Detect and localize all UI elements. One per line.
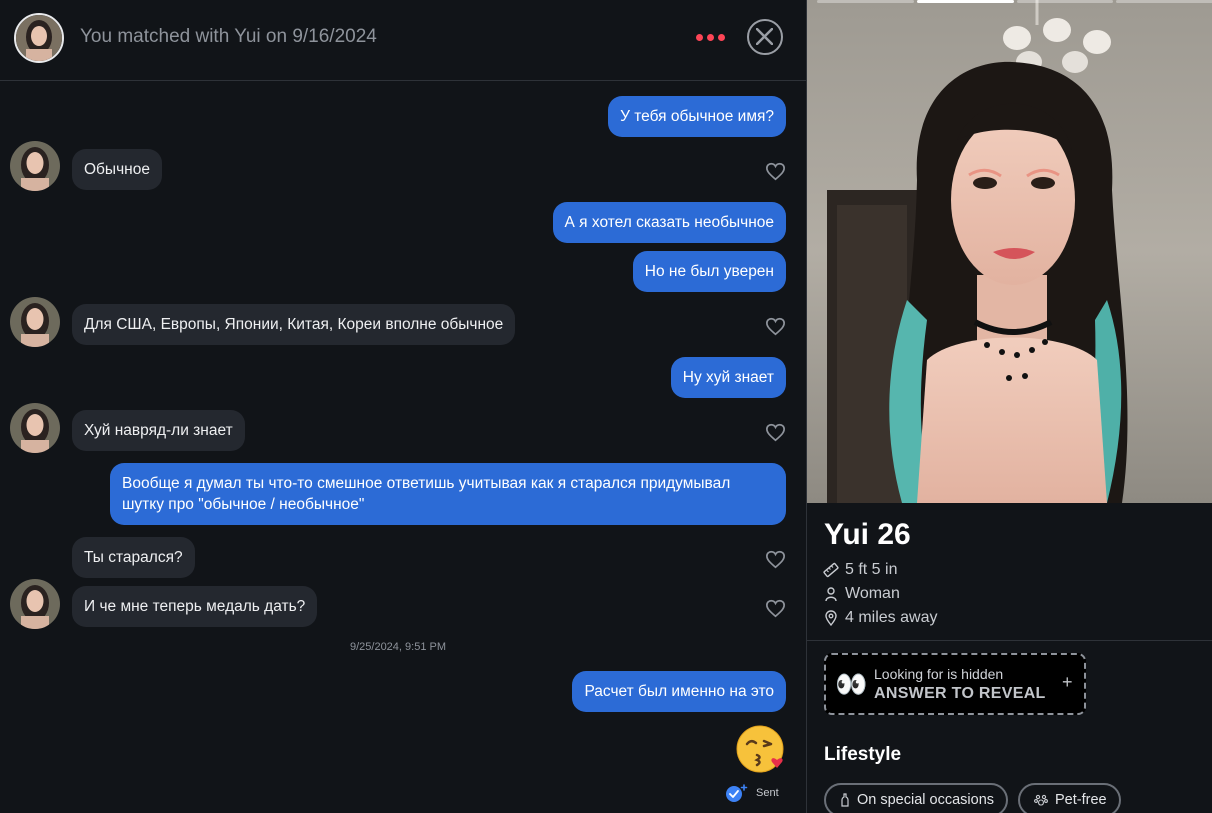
profile-distance: 4 miles away bbox=[845, 609, 938, 626]
lifestyle-chip-pets[interactable]: Pet-free bbox=[1018, 783, 1121, 813]
location-pin-icon bbox=[825, 610, 837, 626]
photo-indicator-bar[interactable] bbox=[1016, 0, 1114, 3]
close-icon[interactable] bbox=[747, 19, 783, 55]
match-avatar[interactable] bbox=[14, 13, 64, 63]
message-outgoing[interactable]: Ну хуй знает bbox=[670, 357, 786, 398]
profile-gender-row: Woman bbox=[823, 583, 900, 605]
profile-age: 26 bbox=[877, 518, 911, 551]
reveal-cta: ANSWER TO REVEAL bbox=[874, 685, 1046, 702]
chip-label: On special occasions bbox=[857, 792, 995, 808]
answer-to-reveal-card[interactable]: 👀 Looking for is hidden ANSWER TO REVEAL… bbox=[824, 653, 1086, 715]
message-outgoing[interactable]: Но не был уверен bbox=[632, 251, 786, 292]
photo-indicator bbox=[817, 0, 1212, 4]
message-outgoing[interactable]: А я хотел сказать необычное bbox=[552, 202, 786, 243]
heart-icon[interactable] bbox=[765, 550, 786, 569]
sender-avatar[interactable] bbox=[10, 403, 60, 453]
message-incoming[interactable]: Хуй навряд-ли знает bbox=[72, 410, 245, 451]
message-outgoing[interactable]: Расчет был именно на это bbox=[572, 671, 786, 712]
more-dots-icon[interactable] bbox=[690, 24, 730, 50]
chip-label: Pet-free bbox=[1055, 792, 1107, 808]
ruler-icon bbox=[823, 562, 839, 578]
heart-icon[interactable] bbox=[765, 599, 786, 618]
person-icon bbox=[825, 587, 837, 602]
message-incoming[interactable]: Для США, Европы, Японии, Китая, Кореи вп… bbox=[72, 304, 516, 345]
photo-indicator-bar-active[interactable] bbox=[916, 0, 1014, 3]
sender-avatar[interactable] bbox=[10, 141, 60, 191]
chat-header: You matched with Yui on 9/16/2024 bbox=[0, 0, 806, 81]
message-outgoing[interactable]: Вообще я думал ты что-то смешное ответиш… bbox=[110, 463, 786, 525]
photo-indicator-bar[interactable] bbox=[817, 0, 914, 3]
profile-distance-row: 4 miles away bbox=[823, 607, 937, 629]
message-incoming[interactable]: И че мне теперь медаль дать? bbox=[72, 586, 318, 627]
eyes-emoji-icon: 👀 bbox=[835, 669, 868, 699]
profile-gender: Woman bbox=[845, 585, 900, 602]
heart-icon[interactable] bbox=[765, 423, 786, 442]
lifestyle-chip-drinking[interactable]: On special occasions bbox=[824, 783, 1009, 813]
photo-indicator-bar[interactable] bbox=[1116, 0, 1212, 3]
lifestyle-title: Lifestyle bbox=[824, 744, 902, 765]
reveal-hint: Looking for is hidden bbox=[874, 666, 1004, 682]
message-outgoing[interactable]: У тебя обычное имя? bbox=[608, 96, 786, 137]
heart-icon[interactable] bbox=[765, 162, 786, 181]
profile-first-name: Yui bbox=[824, 518, 870, 551]
section-divider bbox=[807, 640, 1212, 641]
profile-pane: Yui 26 5 ft 5 in Woman 4 miles away 👀 Lo… bbox=[806, 0, 1212, 813]
chat-pane: You matched with Yui on 9/16/2024 У тебя… bbox=[0, 0, 806, 813]
sent-label: Sent bbox=[756, 787, 779, 799]
match-title: You matched with Yui on 9/16/2024 bbox=[80, 26, 377, 47]
sender-avatar[interactable] bbox=[10, 579, 60, 629]
message-status: Sent bbox=[724, 783, 779, 803]
sender-avatar[interactable] bbox=[10, 297, 60, 347]
profile-name: Yui 26 bbox=[824, 518, 911, 552]
message-timestamp: 9/25/2024, 9:51 PM bbox=[349, 641, 446, 653]
plus-icon[interactable]: + bbox=[1062, 672, 1073, 693]
profile-height-row: 5 ft 5 in bbox=[823, 559, 897, 581]
kissing-face-emoji[interactable] bbox=[735, 724, 787, 776]
bottle-icon bbox=[841, 793, 849, 807]
paw-icon bbox=[1034, 794, 1048, 806]
sent-check-icon bbox=[726, 784, 748, 802]
heart-icon[interactable] bbox=[765, 317, 786, 336]
profile-photo[interactable] bbox=[807, 0, 1212, 503]
profile-height: 5 ft 5 in bbox=[845, 561, 898, 578]
message-incoming[interactable]: Ты старался? bbox=[72, 537, 195, 578]
message-incoming[interactable]: Обычное bbox=[72, 149, 162, 190]
